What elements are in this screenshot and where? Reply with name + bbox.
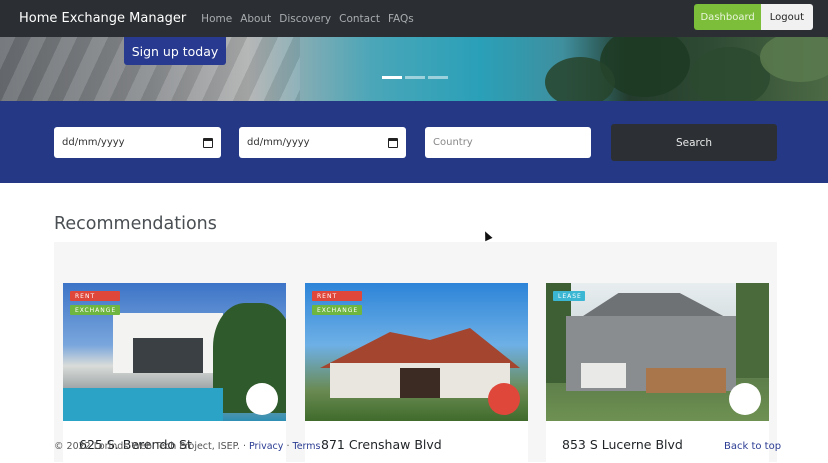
checkin-date-input[interactable]: dd/mm/yyyy	[54, 127, 221, 158]
badge-rent: RENT	[312, 291, 362, 301]
privacy-link[interactable]: Privacy	[249, 441, 283, 452]
property-card[interactable]: RENT EXCHANGE 625 S. Berendo St	[63, 283, 286, 463]
property-card[interactable]: RENT EXCHANGE 871 Crenshaw Blvd	[305, 283, 528, 463]
property-image[interactable]: RENT EXCHANGE	[305, 283, 528, 421]
nav-discovery[interactable]: Discovery	[279, 13, 331, 25]
terms-link[interactable]: Terms	[293, 441, 321, 452]
hero-foliage	[545, 57, 615, 101]
badge-exchange: EXCHANGE	[70, 305, 120, 315]
favorite-button[interactable]	[488, 383, 520, 415]
copyright-text: © 2022 Lorinds Web Tech Project, ISEP.	[54, 441, 240, 452]
carousel-indicators	[382, 76, 448, 79]
hero-carousel: Sign up today	[0, 37, 828, 101]
pool	[63, 388, 223, 421]
favorite-button[interactable]	[729, 383, 761, 415]
nav-contact[interactable]: Contact	[339, 13, 380, 25]
nav-about[interactable]: About	[240, 13, 271, 25]
back-to-top-link[interactable]: Back to top	[724, 441, 781, 452]
house-roof	[580, 293, 727, 318]
house-window	[133, 338, 203, 373]
footer-copyright: © 2022 Lorinds Web Tech Project, ISEP. ·…	[54, 441, 320, 452]
carousel-indicator[interactable]	[405, 76, 425, 79]
brand-logo[interactable]: Home Exchange Manager	[19, 11, 186, 26]
mouse-cursor-icon	[481, 229, 493, 242]
logout-button[interactable]: Logout	[760, 4, 813, 30]
badge-exchange: EXCHANGE	[312, 305, 362, 315]
property-title[interactable]: 871 Crenshaw Blvd	[321, 437, 442, 452]
badge-rent: RENT	[70, 291, 120, 301]
checkout-date-value: dd/mm/yyyy	[247, 137, 310, 148]
calendar-icon[interactable]	[388, 137, 398, 148]
country-placeholder: Country	[433, 137, 473, 148]
garage	[581, 363, 626, 388]
property-card[interactable]: LEASE 853 S Lucerne Blvd	[546, 283, 769, 463]
property-image[interactable]: RENT EXCHANGE	[63, 283, 286, 421]
country-input[interactable]: Country	[425, 127, 591, 158]
hero-foliage	[690, 47, 770, 101]
search-button[interactable]: Search	[611, 124, 777, 161]
footer-separator: ·	[242, 441, 246, 452]
signup-button[interactable]: Sign up today	[124, 37, 226, 65]
recommendations-title: Recommendations	[54, 214, 217, 234]
nav-faqs[interactable]: FAQs	[388, 13, 414, 25]
house-door	[400, 368, 440, 398]
dashboard-button[interactable]: Dashboard	[694, 4, 761, 30]
property-image[interactable]: LEASE	[546, 283, 769, 421]
nav-home[interactable]: Home	[201, 13, 232, 25]
search-bar: dd/mm/yyyy dd/mm/yyyy Country Search	[0, 101, 828, 183]
nav-actions: Dashboard Logout	[694, 4, 813, 30]
trees-right	[736, 283, 769, 378]
property-title[interactable]: 853 S Lucerne Blvd	[562, 437, 683, 452]
carousel-indicator[interactable]	[428, 76, 448, 79]
carousel-indicator[interactable]	[382, 76, 402, 79]
badge-lease: LEASE	[553, 291, 585, 301]
navbar: Home Exchange Manager Home About Discove…	[0, 0, 828, 37]
porch	[646, 368, 726, 393]
calendar-icon[interactable]	[203, 137, 213, 148]
favorite-button[interactable]	[246, 383, 278, 415]
checkin-date-value: dd/mm/yyyy	[62, 137, 125, 148]
hero-foliage	[760, 37, 828, 82]
house-roof	[320, 328, 520, 368]
checkout-date-input[interactable]: dd/mm/yyyy	[239, 127, 406, 158]
footer-separator: ·	[286, 441, 290, 452]
